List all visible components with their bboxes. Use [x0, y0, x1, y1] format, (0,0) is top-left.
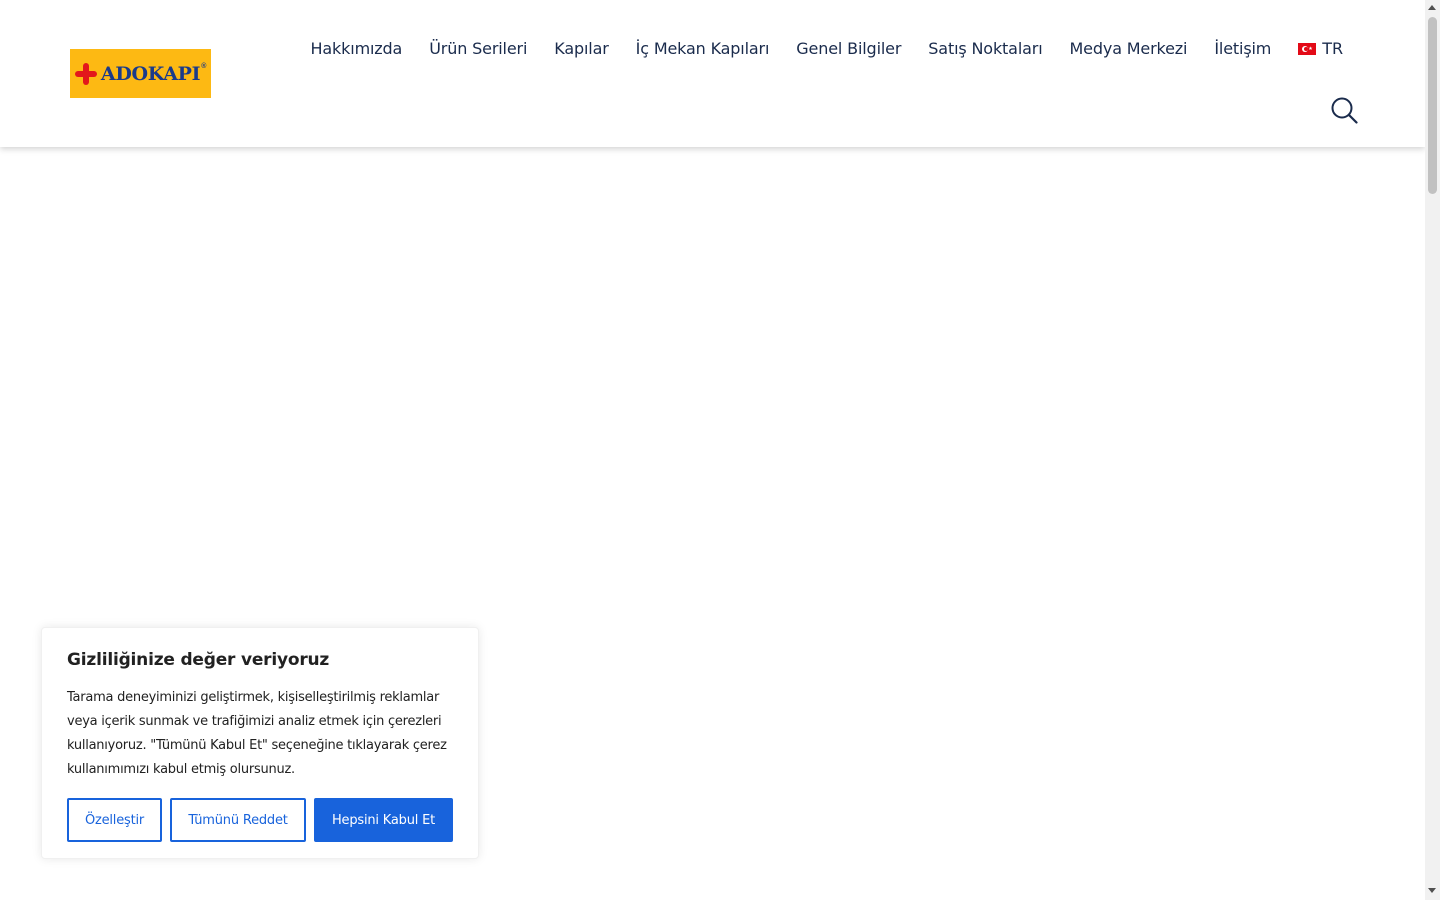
scroll-thumb[interactable] — [1428, 17, 1437, 194]
main-nav: Hakkımızda Ürün Serileri Kapılar İç Meka… — [297, 30, 1357, 68]
turkey-flag-icon: ★ — [1298, 43, 1317, 55]
nav-item-iletisim[interactable]: İletişim — [1201, 30, 1285, 68]
logo-text: ADOKAPI® — [100, 62, 207, 85]
page: ADOKAPI® Hakkımızda Ürün Serileri Kapıla… — [0, 0, 1440, 900]
scrollbar[interactable] — [1425, 0, 1440, 900]
nav-item-kapilar[interactable]: Kapılar — [541, 30, 622, 68]
scroll-up-icon[interactable] — [1428, 5, 1436, 10]
scroll-down-icon[interactable] — [1428, 888, 1436, 893]
cookie-banner-title: Gizliliğinize değer veriyoruz — [67, 650, 330, 670]
nav-item-genel-bilgiler[interactable]: Genel Bilgiler — [783, 30, 915, 68]
site-header: ADOKAPI® Hakkımızda Ürün Serileri Kapıla… — [0, 0, 1425, 147]
reject-all-button[interactable]: Tümünü Reddet — [170, 798, 306, 842]
cookie-consent-banner: Gizliliğinize değer veriyoruz Tarama den… — [41, 627, 479, 859]
language-switcher[interactable]: ★ TR — [1285, 30, 1357, 68]
cookie-actions: Özelleştir Tümünü Reddet Hepsini Kabul E… — [67, 798, 453, 842]
search-button[interactable] — [1330, 96, 1358, 124]
cookie-banner-text: Tarama deneyiminizi geliştirmek, kişisel… — [67, 690, 447, 777]
nav-item-urun-serileri[interactable]: Ürün Serileri — [416, 30, 541, 68]
logo[interactable]: ADOKAPI® — [70, 49, 211, 98]
nav-item-medya-merkezi[interactable]: Medya Merkezi — [1056, 30, 1201, 68]
nav-item-hakkimizda[interactable]: Hakkımızda — [297, 30, 416, 68]
language-code: TR — [1322, 39, 1344, 58]
search-icon — [1331, 97, 1358, 124]
accept-all-button[interactable]: Hepsini Kabul Et — [314, 798, 453, 842]
brand-cross-icon — [74, 62, 97, 85]
nav-item-ic-mekan-kapilari[interactable]: İç Mekan Kapıları — [622, 30, 783, 68]
customize-button[interactable]: Özelleştir — [67, 798, 162, 842]
nav-item-satis-noktalari[interactable]: Satış Noktaları — [915, 30, 1056, 68]
